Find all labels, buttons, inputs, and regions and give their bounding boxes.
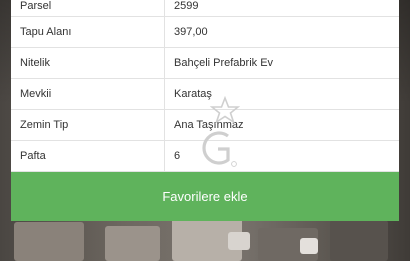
row-label: Nitelik xyxy=(11,47,165,79)
photo-region xyxy=(228,232,250,250)
row-value: 2599 xyxy=(164,0,399,17)
row-label: Parsel xyxy=(11,0,165,17)
table-row: Pafta 6 xyxy=(11,140,399,172)
photo-region xyxy=(300,238,318,254)
photo-region xyxy=(105,226,160,261)
row-value: 6 xyxy=(164,140,399,172)
row-label: Zemin Tip xyxy=(11,109,165,141)
table-row: Tapu Alanı 397,00 xyxy=(11,16,399,48)
row-value: Karataş xyxy=(164,78,399,110)
photo-region xyxy=(14,222,84,261)
row-label: Pafta xyxy=(11,140,165,172)
table-row: Nitelik Bahçeli Prefabrik Ev xyxy=(11,47,399,79)
photo-region xyxy=(330,220,388,261)
table-row: Parsel 2599 xyxy=(11,0,399,17)
add-to-favorites-button[interactable]: Favorilere ekle xyxy=(11,172,399,221)
row-label: Tapu Alanı xyxy=(11,16,165,48)
property-details-table: Parsel 2599 Tapu Alanı 397,00 Nitelik Ba… xyxy=(11,0,399,172)
row-value: Bahçeli Prefabrik Ev xyxy=(164,47,399,79)
table-row: Zemin Tip Ana Taşınmaz xyxy=(11,109,399,141)
row-value: Ana Taşınmaz xyxy=(164,109,399,141)
row-label: Mevkii xyxy=(11,78,165,110)
row-value: 397,00 xyxy=(164,16,399,48)
property-details-panel: Parsel 2599 Tapu Alanı 397,00 Nitelik Ba… xyxy=(11,0,399,221)
table-row: Mevkii Karataş xyxy=(11,78,399,110)
